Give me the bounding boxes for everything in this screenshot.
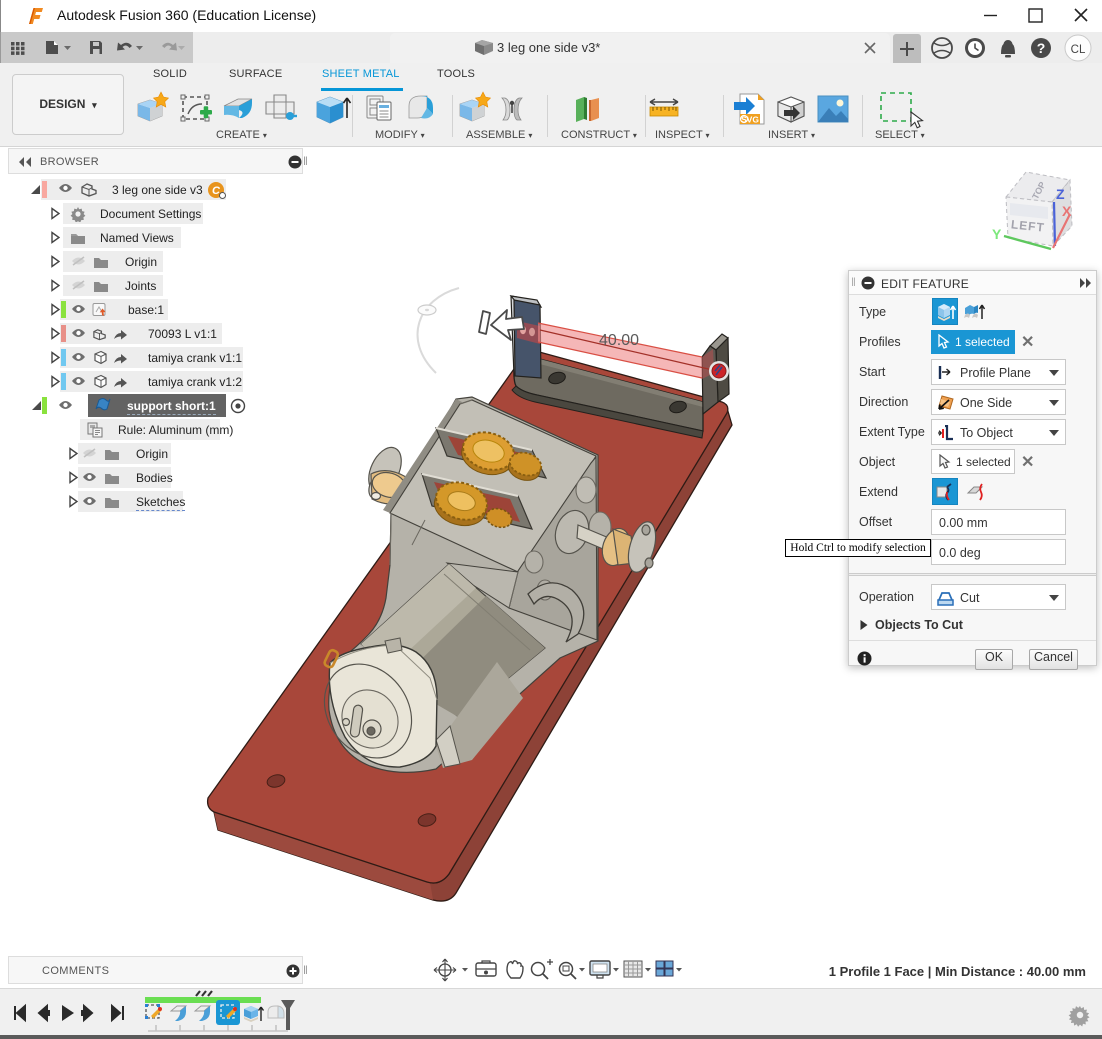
svg-text:40.00: 40.00 xyxy=(599,332,639,349)
svg-text:CL: CL xyxy=(1071,44,1086,56)
svg-text:Z: Z xyxy=(1056,186,1065,202)
svg-text:X: X xyxy=(1062,203,1072,219)
svg-text:Y: Y xyxy=(992,226,1002,242)
svg-text:?: ? xyxy=(1037,40,1046,56)
